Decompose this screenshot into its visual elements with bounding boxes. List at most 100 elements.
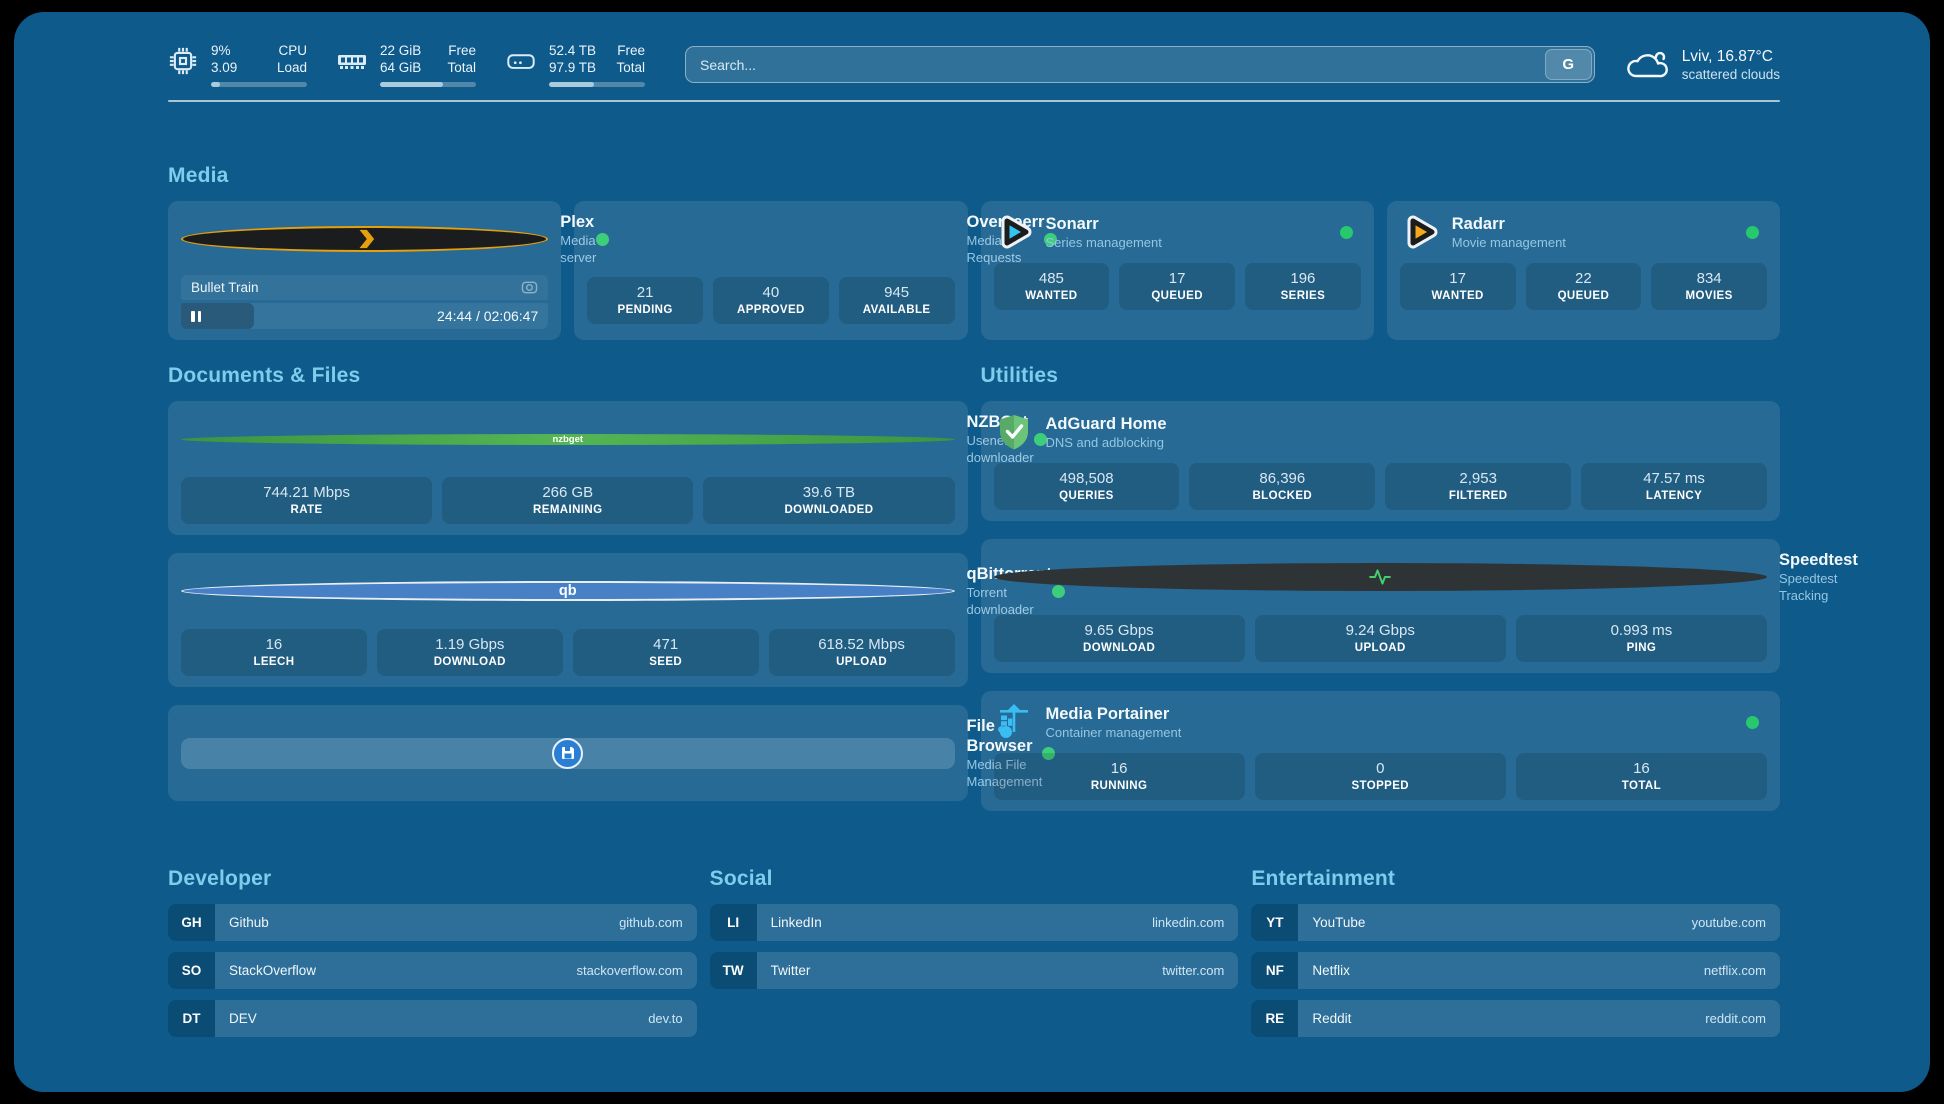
stat-box: 22QUEUED — [1526, 263, 1642, 310]
stat-box: 1.19 GbpsDOWNLOAD — [377, 629, 563, 676]
bookmark-url: twitter.com — [1162, 963, 1224, 978]
bookmark-group-developer: Developer GH Githubgithub.com SO StackOv… — [168, 867, 697, 1048]
service-name: Radarr — [1452, 214, 1566, 234]
bookmark-abbr: TW — [710, 952, 757, 989]
stat-box: 9.65 GbpsDOWNLOAD — [994, 615, 1245, 662]
now-playing-title: Bullet Train — [191, 280, 259, 295]
service-description: DNS and adblocking — [1046, 434, 1167, 451]
section-title-developer: Developer — [168, 867, 697, 891]
stat-box: 0.993 msPING — [1516, 615, 1767, 662]
bookmark-abbr: NF — [1251, 952, 1298, 989]
cpu-progress-bar — [211, 82, 307, 87]
service-card-overseerr[interactable]: Overseerr Media Requests 21PENDING 40APP… — [574, 201, 967, 340]
service-description: Movie management — [1452, 234, 1566, 251]
bookmark-linkedin[interactable]: LI LinkedInlinkedin.com — [710, 904, 1239, 941]
bookmark-name: StackOverflow — [229, 963, 316, 978]
service-card-speedtest[interactable]: Speedtest Speedtest Tracking 9.65 GbpsDO… — [981, 539, 1781, 673]
stat-box: 196SERIES — [1245, 263, 1361, 310]
service-description: Series management — [1046, 234, 1162, 251]
stat-box: 16TOTAL — [1516, 753, 1767, 800]
cpu-usage-value: 9% — [211, 42, 237, 59]
service-card-portainer[interactable]: Media Portainer Container management 16R… — [981, 691, 1781, 811]
service-card-sonarr[interactable]: Sonarr Series management 485WANTED 17QUE… — [981, 201, 1374, 340]
bookmark-name: YouTube — [1312, 915, 1365, 930]
bookmark-abbr: LI — [710, 904, 757, 941]
bookmark-github[interactable]: GH Githubgithub.com — [168, 904, 697, 941]
cpu-icon — [168, 46, 198, 76]
speedtest-icon — [994, 563, 1768, 591]
pause-icon[interactable] — [191, 311, 201, 322]
section-title-social: Social — [710, 867, 1239, 891]
cpu-usage-label: CPU — [277, 42, 307, 59]
now-playing-row: Bullet Train — [181, 275, 548, 300]
playback-time: 24:44 / 02:06:47 — [437, 308, 548, 324]
bookmark-dev[interactable]: DT DEVdev.to — [168, 1000, 697, 1037]
bookmark-abbr: SO — [168, 952, 215, 989]
memory-total-label: Total — [447, 59, 476, 76]
service-card-adguard[interactable]: AdGuard Home DNS and adblocking 498,508Q… — [981, 401, 1781, 521]
cloud-icon — [1625, 48, 1669, 82]
bookmark-url: netflix.com — [1704, 963, 1766, 978]
stat-box: 744.21 MbpsRATE — [181, 477, 432, 524]
weather-location-temp: Lviv, 16.87°C — [1682, 47, 1780, 66]
bookmark-abbr: RE — [1251, 1000, 1298, 1037]
service-card-radarr[interactable]: Radarr Movie management 17WANTED 22QUEUE… — [1387, 201, 1780, 340]
qbittorrent-icon: qb — [181, 581, 955, 601]
filebrowser-icon — [181, 738, 955, 769]
disk-progress-bar — [549, 82, 645, 87]
bookmarks-section: Developer GH Githubgithub.com SO StackOv… — [168, 867, 1780, 1048]
service-card-plex[interactable]: Plex Media server Bullet Train 24:44 / 0… — [168, 201, 561, 340]
service-card-filebrowser[interactable]: File Browser Media File Management — [168, 705, 968, 801]
memory-widget: 22 GiB 64 GiB Free Total — [337, 42, 476, 87]
stat-box: 266 GBREMAINING — [442, 477, 693, 524]
stat-box: 9.24 GbpsUPLOAD — [1255, 615, 1506, 662]
bookmark-name: LinkedIn — [771, 915, 822, 930]
top-bar: 9% 3.09 CPU Load — [168, 42, 1780, 87]
stat-box: 17QUEUED — [1119, 263, 1235, 310]
documents-column: Documents & Files nzbget NZBGet Usenet d… — [168, 340, 968, 811]
stat-box: 498,508QUERIES — [994, 463, 1180, 510]
stat-box: 16LEECH — [181, 629, 367, 676]
search-input[interactable] — [686, 47, 1545, 82]
bookmark-name: Reddit — [1312, 1011, 1351, 1026]
stat-box: 945AVAILABLE — [839, 277, 955, 324]
plex-icon — [181, 226, 548, 252]
service-card-qbittorrent[interactable]: qb qBittorrent Torrent downloader 16LEEC… — [168, 553, 968, 687]
stat-box: 86,396BLOCKED — [1189, 463, 1375, 510]
media-grid: Plex Media server Bullet Train 24:44 / 0… — [168, 201, 1780, 340]
status-dot — [1340, 226, 1353, 239]
bookmark-reddit[interactable]: RE Redditreddit.com — [1251, 1000, 1780, 1037]
service-description: Container management — [1046, 724, 1182, 741]
stat-box: 0STOPPED — [1255, 753, 1506, 800]
stat-box: 40APPROVED — [713, 277, 829, 324]
service-card-nzbget[interactable]: nzbget NZBGet Usenet downloader 744.21 M… — [168, 401, 968, 535]
disk-icon — [506, 46, 536, 76]
search-provider-button[interactable]: G — [1545, 49, 1592, 80]
stat-box: 618.52 MbpsUPLOAD — [769, 629, 955, 676]
stat-box: 16RUNNING — [994, 753, 1245, 800]
stat-box: 2,953FILTERED — [1385, 463, 1571, 510]
disk-free-value: 52.4 TB — [549, 42, 596, 59]
radarr-icon — [1400, 212, 1440, 252]
bookmark-youtube[interactable]: YT YouTubeyoutube.com — [1251, 904, 1780, 941]
service-name: AdGuard Home — [1046, 414, 1167, 434]
memory-total-value: 64 GiB — [380, 59, 421, 76]
bookmark-stackoverflow[interactable]: SO StackOverflowstackoverflow.com — [168, 952, 697, 989]
bookmark-twitter[interactable]: TW Twittertwitter.com — [710, 952, 1239, 989]
search-bar: G — [685, 46, 1595, 83]
bookmark-netflix[interactable]: NF Netflixnetflix.com — [1251, 952, 1780, 989]
service-description: Speedtest Tracking — [1779, 570, 1858, 604]
service-name: Speedtest — [1779, 550, 1858, 570]
utilities-column: Utilities AdGuard Home DNS and adblockin… — [981, 340, 1781, 811]
disk-widget: 52.4 TB 97.9 TB Free Total — [506, 42, 645, 87]
bookmark-abbr: DT — [168, 1000, 215, 1037]
memory-icon — [337, 46, 367, 76]
cpu-widget: 9% 3.09 CPU Load — [168, 42, 307, 87]
nzbget-icon: nzbget — [181, 434, 955, 445]
memory-progress-bar — [380, 82, 476, 87]
section-title-entertainment: Entertainment — [1251, 867, 1780, 891]
stat-box: 471SEED — [573, 629, 759, 676]
section-title-utilities: Utilities — [981, 364, 1781, 388]
disk-free-label: Free — [616, 42, 645, 59]
cpu-load-label: Load — [277, 59, 307, 76]
